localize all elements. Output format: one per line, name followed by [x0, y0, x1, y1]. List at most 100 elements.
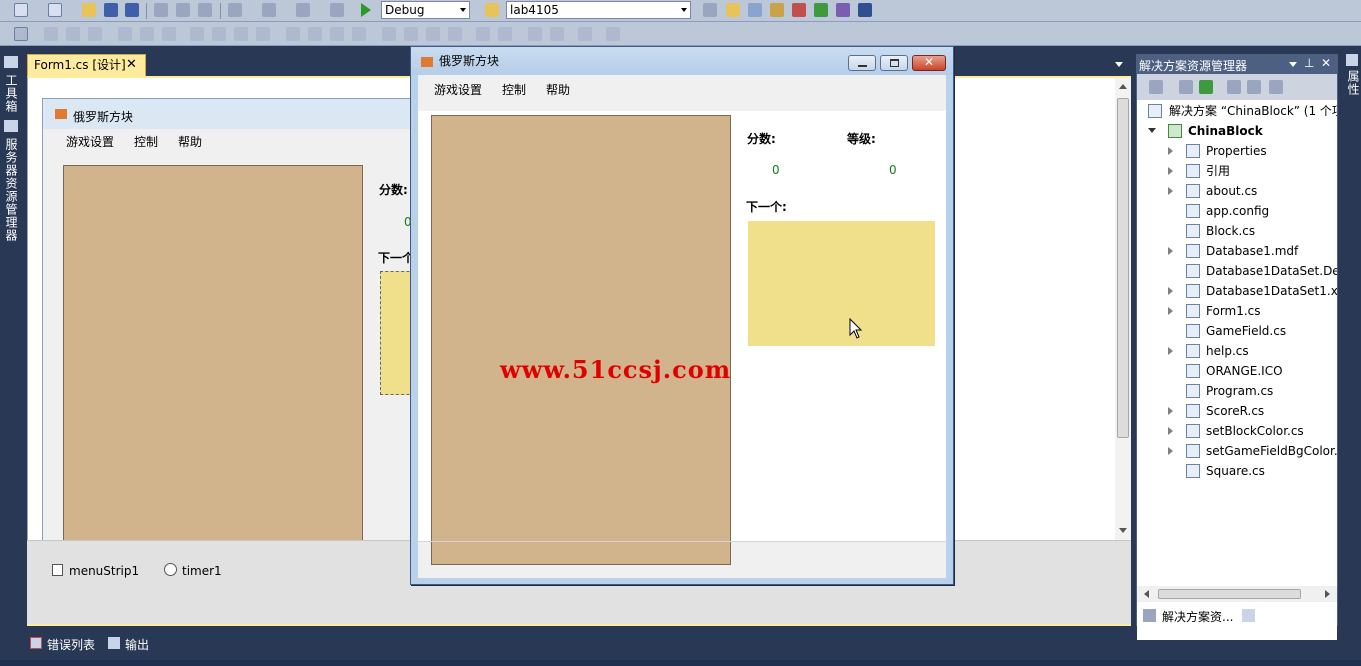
properties-dock-tab[interactable]: 属性 — [1345, 70, 1361, 96]
align-centers-icon[interactable] — [66, 27, 80, 41]
tree-item[interactable]: ScoreR.cs — [1137, 401, 1337, 421]
save-icon[interactable] — [104, 3, 118, 17]
menu-game-settings[interactable]: 游戏设置 — [434, 81, 482, 98]
align-to-grid-icon[interactable] — [14, 27, 28, 41]
new-project-icon[interactable] — [14, 3, 28, 17]
navigate-forward-icon[interactable] — [330, 3, 344, 17]
scrollbar-thumb[interactable] — [1158, 589, 1301, 599]
properties-icon[interactable] — [1346, 54, 1358, 66]
expand-icon[interactable] — [1168, 167, 1173, 175]
tree-item[interactable]: help.cs — [1137, 341, 1337, 361]
menu-control[interactable]: 控制 — [502, 81, 526, 98]
remove-horizontal-spacing-icon[interactable] — [352, 27, 366, 41]
expand-icon[interactable] — [1168, 187, 1173, 195]
start-debugging-icon[interactable] — [361, 3, 371, 17]
lock-controls-icon[interactable] — [606, 27, 620, 41]
tree-project-node[interactable]: ChinaBlock — [1137, 121, 1337, 141]
find-combo[interactable]: lab4105 — [506, 1, 691, 19]
tree-item[interactable]: setBlockColor.cs — [1137, 421, 1337, 441]
tree-item[interactable]: app.config — [1137, 201, 1337, 221]
tools-icon[interactable] — [792, 3, 806, 17]
size-to-grid-icon[interactable] — [256, 27, 270, 41]
properties-window-icon[interactable] — [726, 3, 740, 17]
tab-output[interactable]: 输出 — [106, 633, 166, 653]
toolbox-icon[interactable] — [4, 56, 18, 68]
tree-item[interactable]: Properties — [1137, 141, 1337, 161]
close-button[interactable]: ✕ — [912, 55, 946, 71]
expand-icon[interactable] — [1168, 407, 1173, 415]
minimize-button[interactable] — [848, 55, 876, 71]
start-page-icon[interactable] — [814, 3, 828, 17]
tree-item[interactable]: Square.cs — [1137, 461, 1337, 481]
bring-to-front-icon[interactable] — [528, 27, 542, 41]
tab-error-list[interactable]: 错误列表 — [27, 633, 103, 653]
make-same-height-icon[interactable] — [212, 27, 226, 41]
tree-item[interactable]: 引用 — [1137, 161, 1337, 181]
chevron-down-icon[interactable] — [681, 8, 687, 12]
scrollbar-thumb[interactable] — [1117, 98, 1129, 438]
view-code-icon[interactable] — [1227, 80, 1241, 94]
tree-item[interactable]: setGameFieldBgColor. — [1137, 441, 1337, 461]
solution-explorer-icon[interactable] — [703, 3, 717, 17]
send-to-back-icon[interactable] — [550, 27, 564, 41]
tree-item[interactable]: Program.cs — [1137, 381, 1337, 401]
command-window-icon[interactable] — [858, 3, 872, 17]
tab-form1-designer[interactable]: Form1.cs [设计] ✕ — [27, 54, 146, 76]
cut-icon[interactable] — [154, 3, 168, 17]
collapse-icon[interactable] — [1148, 128, 1156, 133]
expand-icon[interactable] — [1168, 247, 1173, 255]
view-designer-icon[interactable] — [1247, 80, 1261, 94]
solution-configuration-combo[interactable]: Debug — [381, 1, 470, 19]
designer-vertical-scrollbar[interactable] — [1115, 78, 1131, 540]
extension-manager-icon[interactable] — [836, 3, 850, 17]
toolbox-dock-tab[interactable]: 工具箱 — [3, 74, 20, 113]
scroll-down-icon[interactable] — [1119, 528, 1127, 533]
close-icon[interactable]: ✕ — [126, 55, 137, 75]
chevron-down-icon[interactable] — [1115, 62, 1123, 67]
remove-vertical-spacing-icon[interactable] — [448, 27, 462, 41]
expand-icon[interactable] — [1168, 307, 1173, 315]
make-same-width-icon[interactable] — [190, 27, 204, 41]
running-game-window[interactable]: 俄罗斯方块 ✕ 游戏设置 控制 帮助 分数: 等级: 0 0 下一个: — [410, 46, 954, 585]
center-horizontally-icon[interactable] — [476, 27, 490, 41]
make-same-size-icon[interactable] — [234, 27, 248, 41]
align-rights-icon[interactable] — [88, 27, 102, 41]
toolbox-icon[interactable] — [770, 3, 784, 17]
scroll-up-icon[interactable] — [1119, 84, 1127, 89]
expand-icon[interactable] — [1168, 427, 1173, 435]
object-browser-icon[interactable] — [748, 3, 762, 17]
close-icon[interactable]: ✕ — [1321, 56, 1331, 70]
tree-item[interactable]: Database1.mdf — [1137, 241, 1337, 261]
class-diagram-icon[interactable] — [1269, 80, 1283, 94]
center-vertically-icon[interactable] — [498, 27, 512, 41]
paste-icon[interactable] — [198, 3, 212, 17]
tree-solution-node[interactable]: 解决方案 “ChinaBlock” (1 个项 — [1137, 101, 1337, 121]
tab-team-explorer[interactable]: 团队资源管... — [1237, 605, 1337, 626]
maximize-button[interactable] — [880, 55, 908, 71]
chevron-down-icon[interactable] — [1289, 62, 1297, 67]
menu-control[interactable]: 控制 — [134, 133, 158, 150]
save-all-icon[interactable] — [125, 3, 139, 17]
expand-icon[interactable] — [1168, 147, 1173, 155]
tree-item[interactable]: about.cs — [1137, 181, 1337, 201]
tray-timer1[interactable]: timer1 — [182, 564, 222, 578]
chevron-down-icon[interactable] — [460, 8, 466, 12]
tree-item[interactable]: Database1DataSet.Des — [1137, 261, 1337, 281]
vertical-spacing-icon[interactable] — [382, 27, 396, 41]
menu-help[interactable]: 帮助 — [546, 81, 570, 98]
tray-menustrip1[interactable]: menuStrip1 — [69, 564, 139, 578]
expand-icon[interactable] — [1168, 347, 1173, 355]
server-explorer-dock-tab[interactable]: 服务器资源管理器 — [3, 138, 20, 242]
tab-solution-explorer[interactable]: 解决方案资... — [1137, 605, 1236, 626]
add-item-icon[interactable] — [48, 3, 62, 17]
align-tops-icon[interactable] — [118, 27, 132, 41]
increase-vertical-spacing-icon[interactable] — [404, 27, 418, 41]
game-field[interactable] — [431, 115, 731, 565]
horizontal-spacing-icon[interactable] — [286, 27, 300, 41]
decrease-horizontal-spacing-icon[interactable] — [330, 27, 344, 41]
open-icon[interactable] — [82, 3, 96, 17]
tree-item[interactable]: GameField.cs — [1137, 321, 1337, 341]
expand-icon[interactable] — [1168, 287, 1173, 295]
solution-tree-hscrollbar[interactable] — [1137, 586, 1337, 602]
tree-item[interactable]: ORANGE.ICO — [1137, 361, 1337, 381]
